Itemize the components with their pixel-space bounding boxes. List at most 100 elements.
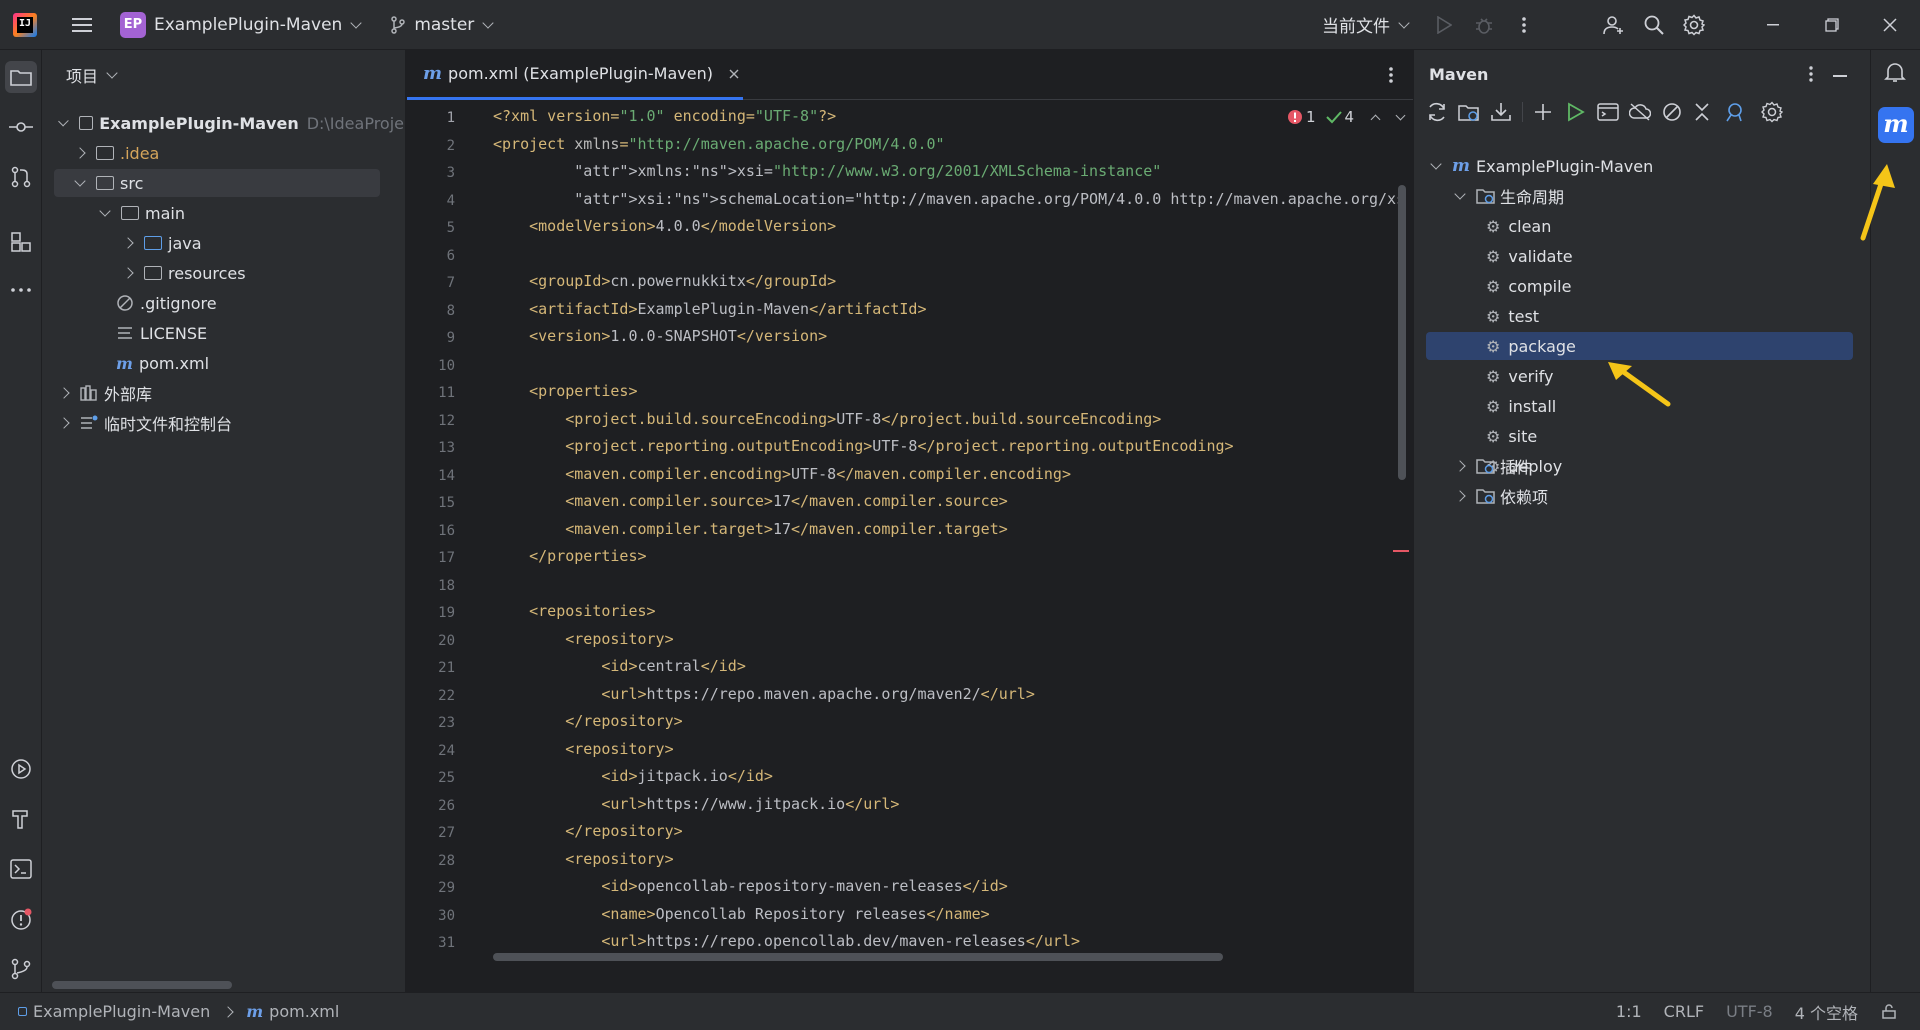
code-line[interactable]: </repository> xyxy=(493,822,682,840)
reload-icon[interactable] xyxy=(1426,101,1448,123)
line-separator[interactable]: CRLF xyxy=(1664,1002,1704,1021)
search-icon[interactable] xyxy=(1634,5,1674,45)
structure-icon[interactable] xyxy=(5,226,37,258)
lifecycle-goal-package[interactable]: ⚙ package xyxy=(1426,332,1853,360)
tree-item-external-libraries[interactable]: 外部库 xyxy=(54,379,404,407)
commit-icon[interactable] xyxy=(5,111,37,143)
add-user-icon[interactable] xyxy=(1594,5,1634,45)
close-window-icon[interactable] xyxy=(1870,5,1910,45)
tree-item-idea[interactable]: .idea xyxy=(54,139,404,167)
code-line[interactable]: <maven.compiler.target>17</maven.compile… xyxy=(493,520,1008,538)
problems-icon[interactable] xyxy=(5,903,37,935)
code-line[interactable]: <project.build.sourceEncoding>UTF-8</pro… xyxy=(493,410,1161,428)
tree-item-resources[interactable]: resources xyxy=(54,259,404,287)
tree-item-root[interactable]: ExamplePlugin-Maven D:\IdeaProje xyxy=(54,109,404,137)
breadcrumb-project[interactable]: ExamplePlugin-Maven xyxy=(33,1002,210,1021)
code-line[interactable]: <url>https://repo.maven.apache.org/maven… xyxy=(493,685,1034,703)
branch-switcher[interactable]: master xyxy=(382,6,500,44)
code-line[interactable]: <groupId>cn.powernukkitx</groupId> xyxy=(493,272,836,290)
editor-horizontal-scrollbar[interactable] xyxy=(493,953,1223,961)
settings-gear-icon[interactable] xyxy=(1674,5,1714,45)
tree-item-gitignore[interactable]: .gitignore xyxy=(54,289,404,317)
code-line[interactable]: <repositories> xyxy=(493,602,655,620)
code-line[interactable]: <repository> xyxy=(493,740,673,758)
maven-tool-window-button[interactable]: m xyxy=(1878,107,1914,143)
code-line[interactable]: </repository> xyxy=(493,712,682,730)
maven-tree-root[interactable]: m ExamplePlugin-Maven xyxy=(1426,152,1856,180)
lifecycle-goal-compile[interactable]: ⚙ compile xyxy=(1426,272,1853,300)
more-actions-icon[interactable] xyxy=(1504,5,1544,45)
previous-highlight-icon[interactable] xyxy=(1370,114,1381,124)
debug-icon[interactable] xyxy=(1464,5,1504,45)
code-line[interactable]: <project xmlns="http://maven.apache.org/… xyxy=(493,135,945,153)
minimize-window-icon[interactable] xyxy=(1754,5,1794,45)
code-line[interactable]: "attr">xsi:"ns">schemaLocation="http://m… xyxy=(493,190,1398,208)
collapse-all-icon[interactable] xyxy=(1693,102,1711,122)
expand-arrow-icon[interactable] xyxy=(1430,157,1442,170)
more-tools-icon[interactable] xyxy=(5,274,37,306)
code-line[interactable]: <maven.compiler.encoding>UTF-8</maven.co… xyxy=(493,465,1071,483)
pull-requests-icon[interactable] xyxy=(5,161,37,193)
tab-pom-xml[interactable]: m pom.xml (ExamplePlugin-Maven) xyxy=(407,50,743,100)
read-only-toggle-icon[interactable] xyxy=(1880,1003,1898,1021)
project-switcher[interactable]: EP ExamplePlugin-Maven xyxy=(112,6,368,44)
restore-window-icon[interactable] xyxy=(1812,5,1852,45)
maven-options-icon[interactable] xyxy=(1809,66,1813,86)
git-icon[interactable] xyxy=(5,953,37,985)
code-line[interactable]: <name>Opencollab Repository releases</na… xyxy=(493,905,989,923)
notifications-bell-icon[interactable] xyxy=(1884,61,1906,87)
code-line[interactable]: <url>https://repo.opencollab.dev/maven-r… xyxy=(493,932,1080,950)
execute-goal-icon[interactable] xyxy=(1597,102,1619,122)
collapse-arrow-icon[interactable] xyxy=(122,237,134,249)
breadcrumb-file[interactable]: pom.xml xyxy=(269,1002,339,1021)
expand-arrow-icon[interactable] xyxy=(1454,187,1466,200)
collapse-arrow-icon[interactable] xyxy=(122,267,134,279)
build-hammer-icon[interactable] xyxy=(5,803,37,835)
run-maven-build-icon[interactable] xyxy=(1567,102,1585,122)
collapse-arrow-icon[interactable] xyxy=(1454,490,1466,502)
horizontal-scrollbar[interactable] xyxy=(52,981,232,989)
collapse-arrow-icon[interactable] xyxy=(74,147,86,159)
run-icon[interactable] xyxy=(1424,5,1464,45)
vertical-scrollbar[interactable] xyxy=(1398,185,1406,480)
code-line[interactable]: <artifactId>ExamplePlugin-Maven</artifac… xyxy=(493,300,926,318)
code-line[interactable]: <id>central</id> xyxy=(493,657,746,675)
hide-panel-icon[interactable] xyxy=(1833,75,1847,77)
add-project-icon[interactable] xyxy=(1458,101,1480,123)
code-line[interactable]: <id>opencollab-repository-maven-releases… xyxy=(493,877,1007,895)
lifecycle-goal-site[interactable]: ⚙ site xyxy=(1426,422,1853,450)
code-line[interactable]: <id>jitpack.io</id> xyxy=(493,767,773,785)
caret-position[interactable]: 1:1 xyxy=(1616,1002,1642,1021)
ide-logo-icon[interactable]: IJ xyxy=(13,12,37,37)
code-line[interactable]: <version>1.0.0-SNAPSHOT</version> xyxy=(493,327,827,345)
file-encoding[interactable]: UTF-8 xyxy=(1726,1002,1773,1021)
code-line[interactable]: <repository> xyxy=(493,850,673,868)
analyze-dependencies-icon[interactable] xyxy=(1725,101,1747,123)
maven-settings-icon[interactable] xyxy=(1761,101,1783,123)
tree-item-license[interactable]: LICENSE xyxy=(54,319,404,347)
maven-tree-lifecycle[interactable]: 生命周期 xyxy=(1426,182,1856,210)
maven-tree-dependencies[interactable]: 依赖项 xyxy=(1426,482,1856,510)
offline-mode-icon[interactable] xyxy=(1629,102,1651,122)
project-panel-title[interactable]: 项目 xyxy=(66,63,118,87)
project-folder-icon[interactable] xyxy=(5,61,37,93)
code-line[interactable]: <maven.compiler.source>17</maven.compile… xyxy=(493,492,1008,510)
main-menu-icon[interactable] xyxy=(62,5,102,45)
expand-arrow-icon[interactable] xyxy=(74,174,86,187)
code-line[interactable]: <repository> xyxy=(493,630,673,648)
collapse-arrow-icon[interactable] xyxy=(58,417,70,429)
collapse-arrow-icon[interactable] xyxy=(58,387,70,399)
code-line[interactable]: "attr">xmlns:"ns">xsi="http://www.w3.org… xyxy=(493,162,1161,180)
lifecycle-goal-test[interactable]: ⚙ test xyxy=(1426,302,1853,330)
expand-arrow-icon[interactable] xyxy=(99,204,111,217)
error-stripe-marker[interactable] xyxy=(1393,550,1409,552)
skip-tests-icon[interactable] xyxy=(1661,101,1683,123)
tree-item-scratches[interactable]: 临时文件和控制台 xyxy=(54,409,404,437)
plus-icon[interactable] xyxy=(1533,102,1553,122)
code-line[interactable]: <project.reporting.outputEncoding>UTF-8<… xyxy=(493,437,1233,455)
tree-item-src[interactable]: src xyxy=(54,169,380,197)
expand-arrow-icon[interactable] xyxy=(58,115,69,126)
tree-item-java[interactable]: java xyxy=(54,229,404,257)
tree-item-main[interactable]: main xyxy=(54,199,404,227)
tree-item-pom[interactable]: m pom.xml xyxy=(54,349,404,377)
